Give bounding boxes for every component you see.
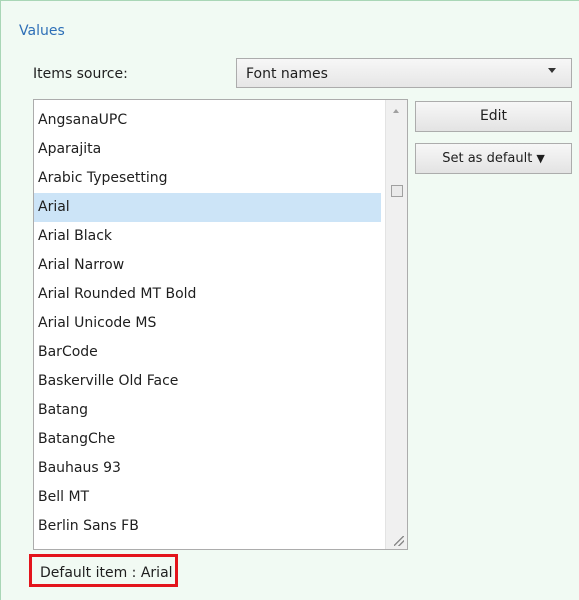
default-item-text: Default item : Arial xyxy=(40,565,173,581)
edit-button-label: Edit xyxy=(479,108,508,124)
list-item[interactable]: Arial Narrow xyxy=(34,251,381,280)
items-source-label: Items source: xyxy=(33,66,128,82)
section-title: Values xyxy=(19,23,65,39)
scroll-up-arrow-icon[interactable] xyxy=(393,109,399,113)
list-item[interactable]: Aparajita xyxy=(34,135,381,164)
list-item[interactable]: Arial Rounded MT Bold xyxy=(34,280,381,309)
list-item[interactable]: BatangChe xyxy=(34,425,381,454)
list-item[interactable]: Batang xyxy=(34,396,381,425)
edit-button[interactable]: Edit xyxy=(415,101,572,132)
items-source-dropdown[interactable]: Font names xyxy=(236,58,572,88)
list-item[interactable]: Arial Black xyxy=(34,222,381,251)
chevron-down-icon xyxy=(548,68,556,73)
list-item[interactable]: Baskerville Old Face xyxy=(34,367,381,396)
resize-grip-icon[interactable] xyxy=(394,536,404,546)
font-list-items: AngsanaUPC Aparajita Arabic Typesetting Ari… xyxy=(34,106,381,541)
items-source-value: Font names xyxy=(246,66,328,82)
set-as-default-label: Set as default xyxy=(442,151,533,166)
list-item[interactable]: AngsanaUPC xyxy=(34,106,381,135)
list-item[interactable]: BarCode xyxy=(34,338,381,367)
list-item[interactable]: Arial Unicode MS xyxy=(34,309,381,338)
font-list[interactable]: AngsanaUPC Aparajita Arabic Typesetting Ari… xyxy=(33,99,408,550)
list-item[interactable]: Arial xyxy=(34,193,381,222)
values-panel: Values Items source: Font names AngsanaU… xyxy=(0,0,579,600)
list-item[interactable]: Bauhaus 93 xyxy=(34,454,381,483)
set-as-default-button[interactable]: Set as default ▼ xyxy=(415,143,572,174)
default-item-status: Default item : Arial xyxy=(29,554,178,587)
list-item[interactable]: Bell MT xyxy=(34,483,381,512)
list-scrollbar[interactable] xyxy=(385,100,407,549)
list-item[interactable]: Berlin Sans FB xyxy=(34,512,381,541)
scroll-thumb[interactable] xyxy=(391,185,403,197)
caret-down-icon: ▼ xyxy=(536,152,545,165)
list-item[interactable]: Arabic Typesetting xyxy=(34,164,381,193)
